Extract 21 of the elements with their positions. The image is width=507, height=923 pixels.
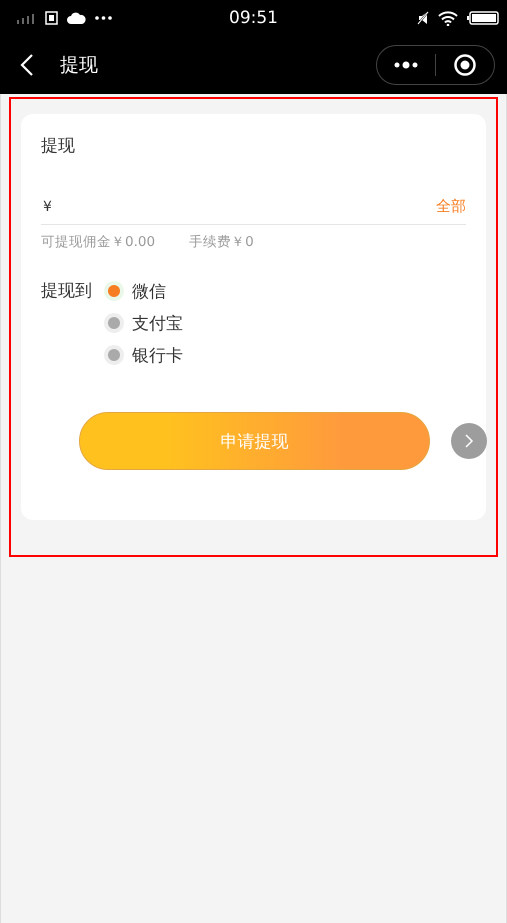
more-icon (95, 16, 112, 20)
fee-amount: 手续费￥0 (189, 233, 254, 251)
chevron-right-icon (464, 433, 474, 449)
battery-icon (467, 11, 499, 25)
signal-icon (16, 12, 36, 24)
target-label: 提现到 (41, 280, 92, 303)
back-icon (20, 53, 34, 77)
page-title: 提现 (60, 53, 99, 78)
radio-option[interactable]: 银行卡 (104, 339, 183, 371)
clock-time: 09:51 (229, 8, 278, 28)
available-amount: 可提现佣金￥0.00 (41, 233, 156, 251)
currency-sign: ¥ (42, 198, 52, 214)
radio-option[interactable]: 微信 (104, 275, 183, 307)
cloud-icon (67, 12, 86, 24)
next-button[interactable] (451, 423, 487, 459)
wifi-icon (438, 10, 458, 26)
more-icon (393, 61, 419, 69)
radio-option[interactable]: 支付宝 (104, 307, 183, 339)
mute-icon (417, 11, 429, 25)
amount-field[interactable]: ¥ 全部 (41, 197, 466, 225)
form-title: 提现 (41, 135, 76, 157)
